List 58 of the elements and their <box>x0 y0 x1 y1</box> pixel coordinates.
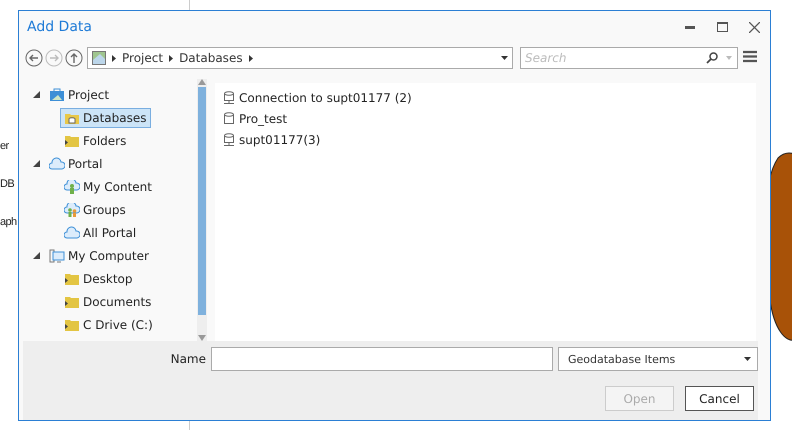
background-label: er <box>0 140 9 152</box>
name-label: Name <box>170 352 206 366</box>
computer-icon <box>49 248 65 262</box>
chevron-right-icon <box>169 54 174 62</box>
cloud-people-icon <box>64 202 80 216</box>
background-label: aph <box>0 216 17 228</box>
item-label: Connection to supt01177 (2) <box>239 90 412 104</box>
chevron-right-icon <box>248 54 253 62</box>
tree-item[interactable]: All Portal <box>60 222 140 242</box>
list-item[interactable]: Pro_test <box>215 108 756 129</box>
cloud-person-icon <box>64 180 80 194</box>
expanded-triangle-icon[interactable] <box>32 160 40 167</box>
folder-icon <box>64 318 80 332</box>
tree-item[interactable]: Folders <box>60 130 130 150</box>
map-icon <box>92 51 106 65</box>
breadcrumb-item[interactable]: Project <box>122 51 164 65</box>
database-server-icon <box>223 90 235 104</box>
tree-item[interactable]: Documents <box>60 292 156 312</box>
caret-icon <box>726 56 732 60</box>
folder-icon <box>64 294 80 308</box>
tree-item[interactable]: C Drive (C:) <box>60 314 157 334</box>
back-button[interactable] <box>25 49 43 67</box>
tree-item[interactable]: My Content <box>60 176 156 196</box>
list-item[interactable]: Connection to supt01177 (2) <box>215 87 756 108</box>
name-field[interactable] <box>211 347 553 371</box>
search-field[interactable]: Search <box>520 47 738 69</box>
database-icon <box>223 112 235 126</box>
cloud-icon <box>49 156 65 170</box>
dialog-title: Add Data <box>27 19 93 35</box>
tree-item[interactable]: Groups <box>60 200 130 220</box>
tree-item[interactable]: Desktop <box>60 268 136 288</box>
breadcrumb-bar[interactable]: Project Databases <box>87 47 513 69</box>
up-button[interactable] <box>65 49 83 67</box>
background-label: DB <box>0 178 14 190</box>
caret-icon <box>501 56 508 60</box>
filter-dropdown[interactable]: Geodatabase Items <box>558 347 758 371</box>
dialog-button[interactable]: Cancel <box>685 386 754 411</box>
briefcase-icon <box>49 88 65 102</box>
tree-item[interactable]: Databases <box>60 108 151 128</box>
expanded-triangle-icon[interactable] <box>32 252 40 259</box>
breadcrumb-item[interactable]: Databases <box>179 51 243 65</box>
folder-icon <box>64 134 80 148</box>
caret-icon <box>744 357 751 361</box>
tree-item[interactable]: Project <box>45 84 114 104</box>
search-icon <box>706 52 718 64</box>
list-item[interactable]: supt01177(3) <box>215 129 756 150</box>
folder-icon <box>64 272 80 286</box>
close-icon <box>748 22 760 32</box>
chevron-right-icon <box>112 54 116 62</box>
tree-item[interactable]: My Computer <box>45 246 153 266</box>
cloud-icon <box>64 226 80 240</box>
maximize-icon <box>716 22 728 32</box>
item-label: Pro_test <box>239 112 288 126</box>
item-label: supt01177(3) <box>239 132 320 146</box>
tree-item[interactable]: Portal <box>45 154 106 174</box>
database-server-icon <box>223 132 235 146</box>
expanded-triangle-icon[interactable] <box>32 91 40 98</box>
minimize-icon <box>685 26 695 28</box>
